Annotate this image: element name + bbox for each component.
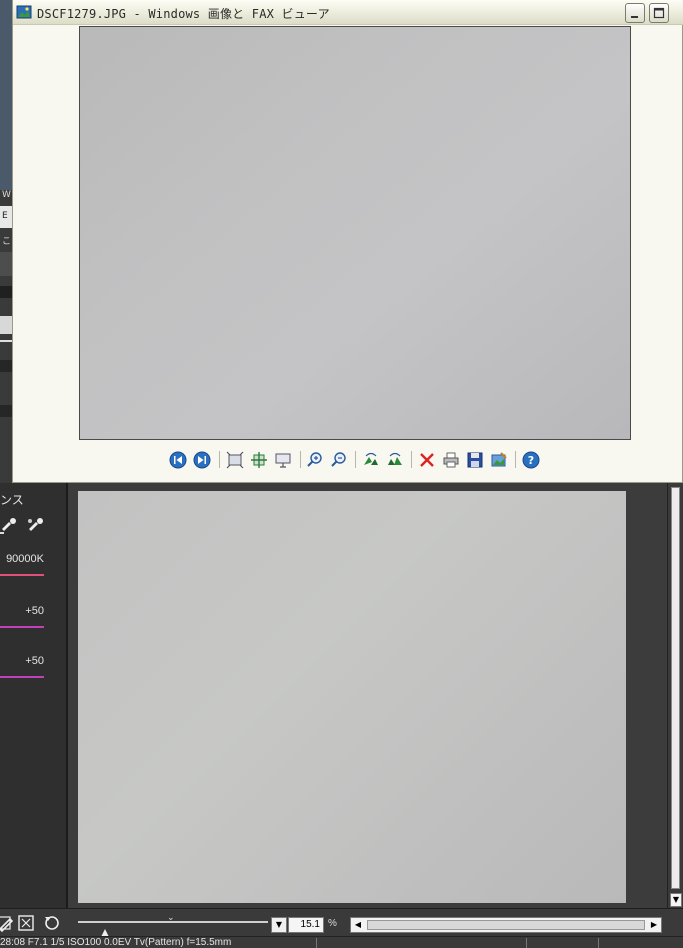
slideshow-icon	[275, 453, 291, 468]
svg-text:?: ?	[528, 454, 534, 467]
zoom-unit: %	[328, 918, 337, 929]
edit-icon[interactable]	[0, 913, 16, 933]
actual-size-button[interactable]	[249, 450, 269, 470]
zoom-out-icon	[331, 452, 346, 467]
preview-area	[68, 483, 667, 908]
displayed-photo[interactable]	[79, 26, 631, 440]
strip-label-1: W	[2, 190, 11, 200]
minimize-button[interactable]	[625, 3, 645, 23]
status-bar: 28:08 F7.1 1/5 ISO100 0.0EV Tv(Pattern) …	[0, 936, 683, 948]
save-icon	[467, 452, 483, 468]
toolbar-separator	[219, 451, 220, 468]
maximize-button[interactable]	[649, 3, 669, 23]
status-divider	[526, 938, 527, 948]
fit-to-window-icon[interactable]	[16, 913, 36, 933]
background-window-edge: W E こ	[0, 0, 12, 485]
scroll-right-icon[interactable]: ▶	[647, 918, 661, 932]
delete-button[interactable]	[417, 450, 437, 470]
tint-value-1: +50	[25, 605, 44, 617]
previous-image-button[interactable]	[168, 450, 188, 470]
strip-label-3: こ	[2, 237, 12, 247]
eyedropper-icon[interactable]	[0, 517, 18, 535]
open-editor-button[interactable]	[489, 450, 509, 470]
strip-tab-fragment	[0, 252, 12, 276]
help-icon: ?	[522, 451, 540, 469]
next-image-button[interactable]	[192, 450, 212, 470]
zoom-caret-icon: ⌄	[167, 913, 175, 923]
horizontal-scroll-thumb[interactable]	[367, 920, 645, 930]
color-temperature-slider[interactable]	[0, 574, 44, 576]
background-titlebar-fragment	[0, 0, 12, 190]
toolbar-separator	[355, 451, 356, 468]
strip-field-fragment	[0, 316, 12, 334]
toolbar-separator	[515, 451, 516, 468]
viewer-toolbar: ?	[13, 446, 682, 474]
viewer-app-icon	[16, 4, 32, 20]
status-divider	[316, 938, 317, 948]
zoom-slider-thumb[interactable]	[100, 922, 109, 937]
best-fit-button[interactable]	[225, 450, 245, 470]
prev-icon	[169, 451, 187, 469]
preview-image[interactable]	[78, 491, 626, 903]
scroll-down-icon[interactable]: ▼	[670, 893, 682, 907]
rotate-clockwise-button[interactable]	[361, 450, 381, 470]
strip-label-2: E	[2, 211, 8, 221]
copy-to-button[interactable]	[465, 450, 485, 470]
eyedropper-gray-icon[interactable]	[27, 517, 45, 535]
zoom-in-icon	[307, 452, 322, 467]
preview-vertical-scrollbar[interactable]: ▼	[667, 483, 683, 913]
tint-slider-2[interactable]	[0, 676, 44, 678]
actual-size-icon	[251, 452, 267, 468]
print-icon	[443, 452, 459, 468]
minimize-icon	[631, 16, 638, 18]
edit-image-icon	[491, 452, 507, 467]
shooting-info: 28:08 F7.1 1/5 ISO100 0.0EV Tv(Pattern) …	[0, 937, 232, 948]
best-fit-icon	[226, 451, 244, 469]
zoom-in-button[interactable]	[305, 450, 325, 470]
window-title: DSCF1279.JPG - Windows 画像と FAX ビューア	[37, 7, 330, 21]
toolbar-separator	[411, 451, 412, 468]
help-button[interactable]: ?	[521, 450, 541, 470]
rotate-cw-icon	[364, 452, 378, 465]
maximize-icon	[653, 7, 665, 19]
slideshow-button[interactable]	[273, 450, 293, 470]
strip-bar-fragment	[0, 286, 12, 298]
tint-value-2: +50	[25, 655, 44, 667]
rotate-ccw-icon	[388, 452, 402, 465]
preview-horizontal-scrollbar[interactable]: ◀ ▶	[350, 917, 662, 933]
preview-toolbar: ⌄ ▼ 15.1 % ◀ ▶	[0, 908, 683, 937]
next-icon	[193, 451, 211, 469]
delete-icon	[420, 453, 434, 467]
tint-slider-1[interactable]	[0, 626, 44, 628]
status-divider	[598, 938, 599, 948]
strip-line-fragment	[0, 340, 12, 342]
vertical-scroll-thumb[interactable]	[671, 487, 680, 889]
white-balance-panel: ンス 90000K +50 +50	[0, 483, 68, 908]
picture-viewer-window: DSCF1279.JPG - Windows 画像と FAX ビューア ?	[12, 0, 683, 483]
strip-bar-fragment-3	[0, 405, 12, 417]
zoom-out-button[interactable]	[329, 450, 349, 470]
rotate-counterclockwise-button[interactable]	[385, 450, 405, 470]
toolbar-separator	[300, 451, 301, 468]
panel-title: ンス	[0, 493, 24, 507]
zoom-input[interactable]: 15.1	[288, 917, 324, 933]
color-temperature-value: 90000K	[6, 553, 44, 565]
strip-bar-fragment-2	[0, 360, 12, 372]
viewer-titlebar[interactable]: DSCF1279.JPG - Windows 画像と FAX ビューア	[13, 0, 683, 25]
rotate-icon[interactable]	[42, 913, 62, 933]
zoom-dropdown-button[interactable]: ▼	[271, 917, 287, 933]
screen: W E こ ンス 90000K +50 +50 ▼ ⌄ ▼ 15.1 % ◀ ▶…	[0, 0, 683, 948]
scroll-left-icon[interactable]: ◀	[351, 918, 365, 932]
print-button[interactable]	[441, 450, 461, 470]
image-display-area	[13, 26, 682, 446]
